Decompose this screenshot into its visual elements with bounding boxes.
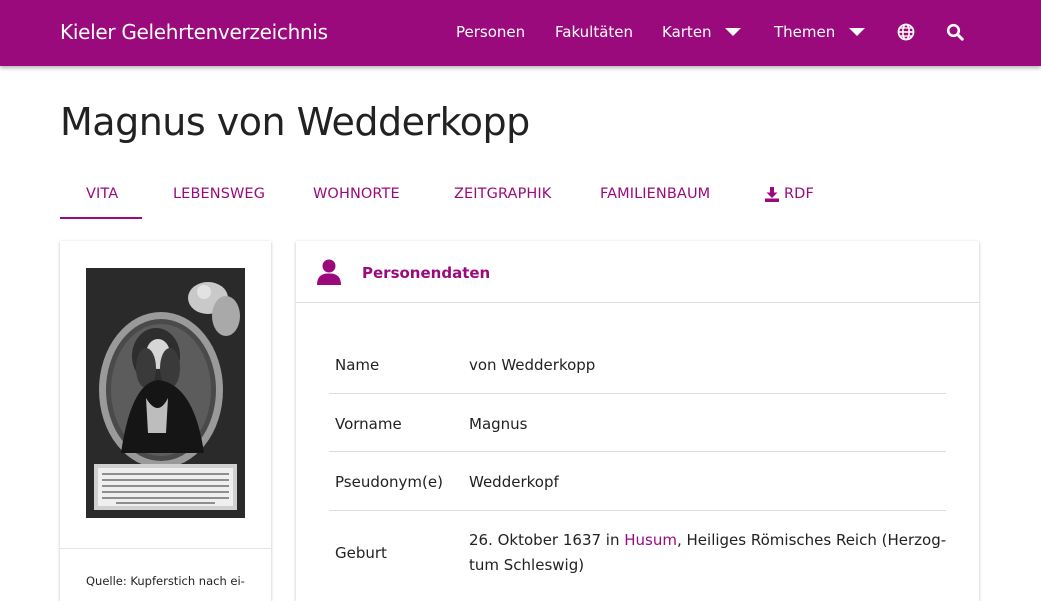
geburt-country-text: , Heiliges Römisches Reich (Herzog- [676, 531, 947, 549]
personendaten-card: Personendaten Name von Wedderkopp Vornam… [296, 241, 979, 601]
birthplace-link[interactable]: Husum [624, 531, 677, 549]
portrait-image[interactable] [86, 268, 245, 518]
tab-rdf[interactable]: RDF [784, 186, 814, 202]
row-value-vorname: Magnus [469, 415, 528, 433]
row-label-geburt: Geburt [335, 544, 387, 562]
row-label-pseudonym: Pseudonym(e) [335, 473, 443, 491]
tab-lebensweg[interactable]: Lebensweg [173, 186, 265, 202]
nav-themen[interactable]: Themen [774, 23, 835, 41]
card-title: Personendaten [362, 264, 491, 282]
tab-vita[interactable]: Vita [86, 186, 118, 202]
tab-familienbaum[interactable]: Familienbaum [600, 186, 710, 202]
karten-chevron-down-icon[interactable] [725, 28, 741, 36]
download-icon[interactable] [765, 187, 779, 202]
card-divider [60, 548, 271, 549]
geburt-date-text: 26. Oktober 1637 in [469, 531, 625, 549]
themen-chevron-down-icon[interactable] [849, 28, 865, 36]
tab-wohnorte[interactable]: Wohnorte [313, 186, 400, 202]
brand-link[interactable]: Kieler Gelehrtenverzeichnis [60, 20, 328, 44]
tab-zeitgraphik[interactable]: Zeitgraphik [454, 186, 551, 202]
search-icon[interactable] [946, 23, 964, 41]
active-tab-indicator [60, 217, 142, 219]
person-icon [317, 259, 341, 285]
row-divider [329, 510, 946, 511]
globe-icon[interactable] [897, 23, 915, 41]
row-divider [329, 393, 946, 394]
geburt-country-text-cont: tum Schleswig) [469, 556, 585, 574]
row-label-name: Name [335, 356, 380, 374]
row-label-vorname: Vorname [335, 415, 402, 433]
nav-fakultaeten[interactable]: Fakultäten [555, 23, 633, 41]
card-header: Personendaten [296, 241, 979, 303]
row-value-geburt: 26. Oktober 1637 in Husum, Heiliges Römi… [469, 528, 946, 578]
row-value-pseudonym: Wedderkopf [469, 473, 559, 491]
row-value-name: von Wedderkopp [469, 356, 596, 374]
image-source-caption: Quelle: Kupferstich nach ei- [86, 574, 245, 588]
nav-karten[interactable]: Karten [662, 23, 712, 41]
top-navbar: Kieler Gelehrtenverzeichnis Personen Fak… [0, 0, 1041, 66]
portrait-card: Quelle: Kupferstich nach ei- [60, 241, 271, 601]
row-divider [329, 451, 946, 452]
page-title: Magnus von Wedderkopp [60, 100, 530, 144]
nav-personen[interactable]: Personen [456, 23, 525, 41]
